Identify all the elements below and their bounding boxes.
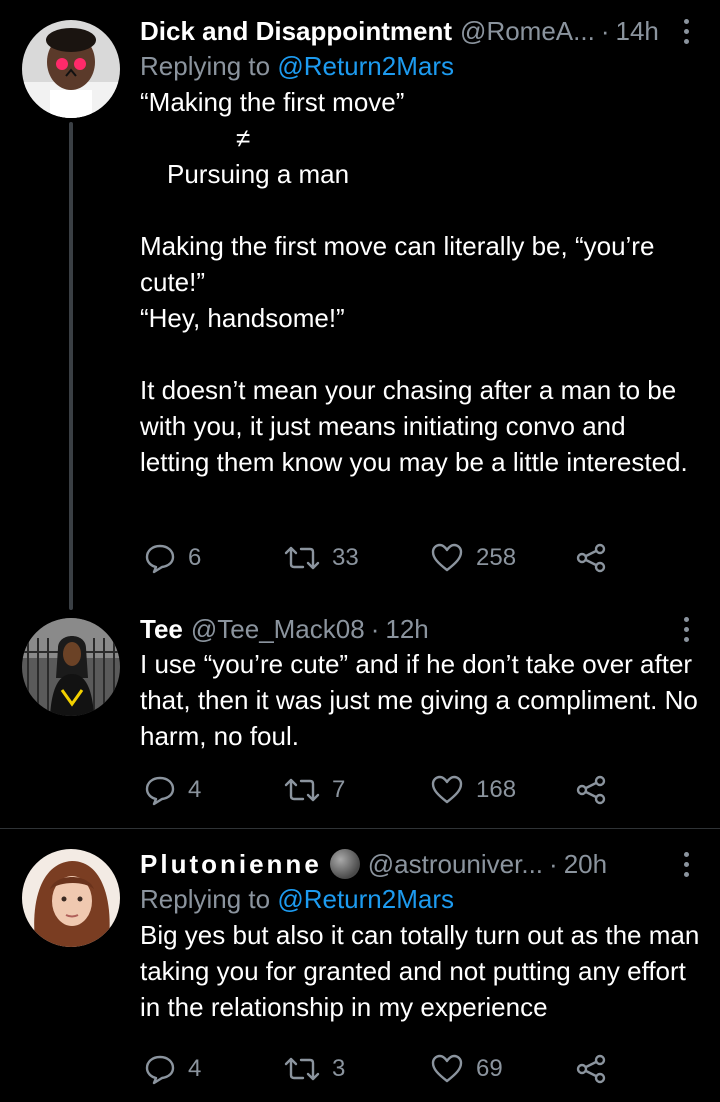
retweet-count: 3 <box>332 1055 346 1082</box>
share-button[interactable] <box>574 538 608 578</box>
heart-icon <box>431 543 463 572</box>
tweet-header: Tee @Tee_Mack08 · 12h <box>140 612 700 646</box>
timestamp[interactable]: 14h <box>615 16 658 47</box>
like-button[interactable]: 69 <box>430 1049 503 1089</box>
tweet-actions: 6 33 258 <box>140 538 620 578</box>
tweet-actions: 4 7 168 <box>140 770 620 810</box>
moon-emoji-icon <box>329 849 360 879</box>
display-name[interactable]: Tee <box>140 614 183 645</box>
retweet-icon <box>284 1057 320 1081</box>
retweet-count: 33 <box>332 544 359 571</box>
replying-to-line: Replying to @Return2Mars <box>140 48 700 84</box>
retweet-icon <box>284 546 320 570</box>
reply-button[interactable]: 6 <box>144 538 201 578</box>
tweet-text-line: “Hey, handsome!” <box>140 303 345 333</box>
tweet-actions: 4 3 69 <box>140 1049 620 1089</box>
more-options-icon[interactable] <box>676 612 696 646</box>
user-handle[interactable]: @astrouniver... <box>368 849 543 880</box>
reply-button[interactable]: 4 <box>144 770 201 810</box>
mention-link[interactable]: @Return2Mars <box>277 51 454 81</box>
replying-to-line: Replying to @Return2Mars <box>140 881 700 917</box>
more-options-icon[interactable] <box>676 847 696 881</box>
display-name[interactable]: Dick and Disappointment <box>140 16 452 47</box>
tweet-text-spacer <box>140 192 700 228</box>
heart-icon <box>431 1054 463 1083</box>
replying-to-label: Replying to <box>140 884 278 914</box>
retweet-button[interactable]: 3 <box>284 1049 345 1089</box>
share-button[interactable] <box>574 1049 608 1089</box>
share-icon <box>576 543 606 573</box>
retweet-icon <box>284 778 320 802</box>
reply-count: 6 <box>188 544 202 571</box>
tweet-text-spacer <box>140 336 700 372</box>
tweet-header: Plutonienne @astrouniver... · 20h <box>140 847 700 881</box>
tweet-text: Big yes but also it can totally turn out… <box>140 920 700 1022</box>
more-options-icon[interactable] <box>676 14 696 48</box>
like-count: 168 <box>476 776 517 803</box>
tweet-3[interactable]: Plutonienne @astrouniver... · 20h Replyi… <box>0 829 720 1102</box>
reply-count: 4 <box>188 776 202 803</box>
mention-link[interactable]: @Return2Mars <box>277 884 454 914</box>
avatar-dick-and-disappointment[interactable] <box>22 20 120 118</box>
reply-icon <box>145 776 175 806</box>
thread-connector-line <box>69 122 73 610</box>
tweet-text-line: Pursuing a man <box>167 159 350 189</box>
avatar-plutonienne[interactable] <box>22 849 120 947</box>
retweet-button[interactable]: 7 <box>284 770 345 810</box>
display-name[interactable]: Plutonienne <box>140 849 322 880</box>
replying-to-label: Replying to <box>140 51 278 81</box>
separator-dot: · <box>370 613 380 644</box>
like-button[interactable]: 258 <box>430 538 516 578</box>
heart-icon <box>431 775 463 804</box>
like-button[interactable]: 168 <box>430 770 516 810</box>
share-icon <box>576 775 606 805</box>
tweet-header: Dick and Disappointment @RomeA... · 14h <box>140 14 700 48</box>
like-count: 258 <box>476 544 517 571</box>
reply-icon <box>145 1055 175 1085</box>
tweet-text: “Making the first move” ≠ Pursuing a man… <box>140 84 700 480</box>
tweet-text-line: ≠ <box>236 123 251 153</box>
separator-dot: · <box>600 15 610 46</box>
separator-dot: · <box>549 848 558 879</box>
tweet-text: I use “you’re cute” and if he don’t take… <box>140 649 698 751</box>
tweet-1[interactable]: Dick and Disappointment @RomeA... · 14h … <box>0 0 720 610</box>
retweet-count: 7 <box>332 776 346 803</box>
tweet-text-line: It doesn’t mean your chasing after a man… <box>140 375 688 477</box>
share-button[interactable] <box>574 770 608 810</box>
timestamp[interactable]: 20h <box>564 849 607 880</box>
user-handle[interactable]: @Tee_Mack08 <box>191 614 365 645</box>
retweet-button[interactable]: 33 <box>284 538 359 578</box>
share-icon <box>576 1054 606 1084</box>
timestamp[interactable]: 12h <box>385 614 428 645</box>
user-handle[interactable]: @RomeA... <box>460 16 595 47</box>
avatar-tee[interactable] <box>22 618 120 716</box>
reply-button[interactable]: 4 <box>144 1049 201 1089</box>
tweet-2[interactable]: Tee @Tee_Mack08 · 12h I use “you’re cute… <box>0 600 720 828</box>
reply-count: 4 <box>188 1055 202 1082</box>
reply-icon <box>145 544 175 574</box>
like-count: 69 <box>476 1055 503 1082</box>
tweet-text-line: Making the first move can literally be, … <box>140 231 655 297</box>
tweet-text-line: “Making the first move” <box>140 87 405 117</box>
